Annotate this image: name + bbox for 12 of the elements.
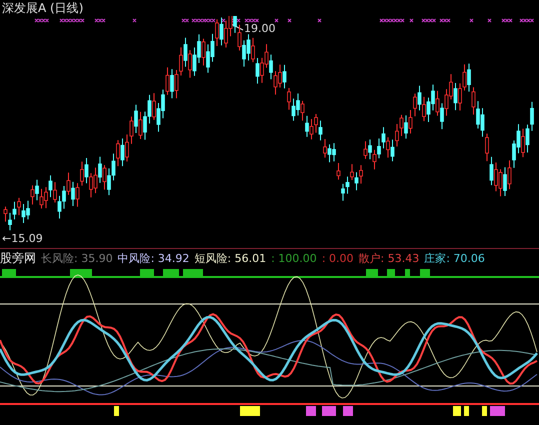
indicator-value: 长风险: 35.90	[41, 250, 113, 266]
chart-title: 深发展A (日线)	[1, 0, 84, 16]
indicator-value: : 0.00	[322, 252, 354, 264]
indicator-value: 庄家: 70.06	[424, 250, 485, 266]
indicator-value: 短风险: 56.01	[194, 250, 266, 266]
leader-line	[230, 24, 244, 30]
high-price-label: 19.00	[244, 22, 276, 35]
indicator-name: 股旁网	[0, 250, 36, 266]
indicator-value: : 100.00	[271, 252, 317, 264]
indicator-value: 散户: 53.43	[358, 250, 420, 266]
low-price-label: ←15.09	[2, 232, 43, 245]
indicator-value: 中风险: 34.92	[118, 250, 190, 266]
